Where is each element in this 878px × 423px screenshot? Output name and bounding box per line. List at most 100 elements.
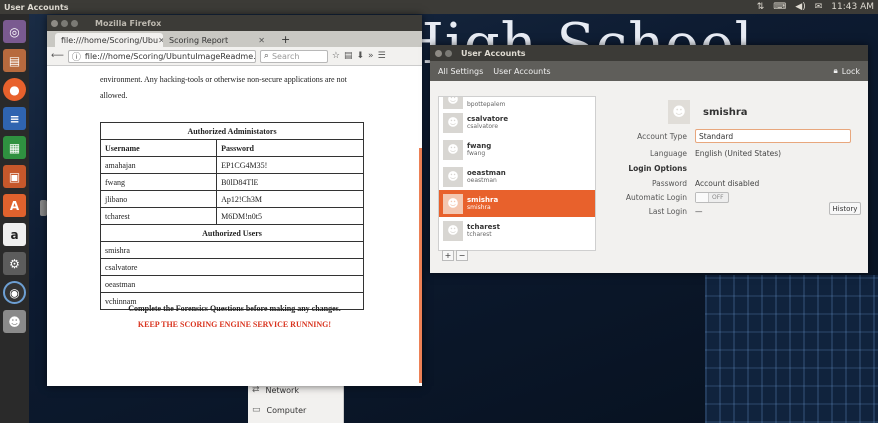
tab-scoring-report[interactable]: Scoring Report ✕ [163,33,271,47]
last-login-value: — [695,206,703,216]
launcher: ◎ ▤ ● ≡ ▦ ▣ A a ⚙ ◉ ☻ [0,14,29,423]
minimize-window-icon[interactable] [445,49,452,57]
amazon-icon[interactable]: a [3,223,26,246]
url-bar[interactable]: ⓘ file:///home/Scoring/UbuntuImageReadme… [67,49,256,63]
authorized-user: oeastman [100,275,364,293]
lock-icon: 🔒︎ [833,66,838,75]
lock-button[interactable]: 🔒︎ Lock [833,66,860,76]
table-row: amahajan EP1CG4M35! [99,156,364,174]
tab-readme[interactable]: file:///home/Scoring/Ubu ✕ [55,33,163,47]
authorized-user: csalvatore [100,258,364,276]
readme-paragraph: environment. Any hacking-tools or otherw… [100,75,347,100]
files-icon[interactable]: ▤ [3,49,26,72]
settings-toolbar: All Settings User Accounts 🔒︎ Lock [430,61,868,81]
writer-icon[interactable]: ≡ [3,107,26,130]
user-row-csalvatore[interactable]: ☻ csalvatore csalvatore [439,109,595,136]
users-heading: Authorized Users [100,224,364,242]
lock-label: Lock [841,66,860,76]
remove-user-button[interactable]: − [456,250,468,261]
user-display-name: tcharest [467,222,500,231]
system-tray: ⇅ ⌨ ◀) ✉ 11:43 AM [757,2,874,12]
launcher-drag-handle[interactable] [40,200,47,216]
admin-username: amahajan [99,156,218,174]
calc-icon[interactable]: ▦ [3,136,26,159]
table-row: tcharest M6DM!n0t5 [99,207,364,225]
scoring-warning: KEEP THE SCORING ENGINE SERVICE RUNNING! [137,320,332,329]
search-icon[interactable]: ◎ [3,20,26,43]
language-value[interactable]: English (United States) [695,149,781,158]
minimize-window-icon[interactable] [61,19,68,27]
user-row-oeastman[interactable]: ☻ oeastman oeastman [439,163,595,190]
account-type-select[interactable]: Standard [695,129,851,143]
language-label: Language [649,148,687,158]
firefox-icon[interactable]: ● [3,78,26,101]
impress-icon[interactable]: ▣ [3,165,26,188]
user-login: bpottepalem [467,101,506,108]
account-type-row: Account Type Standard [603,128,861,144]
avatar: ☻ [443,193,463,214]
last-login-row: Last Login — [603,203,861,219]
user-row-smishra[interactable]: ☻ smishra smishra [439,190,595,217]
user-full-name[interactable]: smishra [703,107,748,118]
reading-list-icon[interactable]: ▤ [344,51,353,61]
login-options-heading: Login Options [628,163,687,173]
window-resize-edge[interactable] [419,148,422,383]
toggle-knob [696,192,709,202]
maximize-window-icon[interactable] [71,19,78,27]
login-options-row: Login Options [603,160,861,176]
breadcrumb-current[interactable]: User Accounts [493,67,550,76]
software-center-icon[interactable]: A [3,194,26,217]
admin-password: B0lD84TlE [216,173,364,191]
volume-icon[interactable]: ◀) [795,2,805,12]
clock[interactable]: 11:43 AM [831,2,874,12]
column-header-username: Username [99,139,218,157]
close-icon[interactable]: ✕ [258,36,265,45]
admin-password: M6DM!n0t5 [216,207,364,225]
close-window-icon[interactable] [435,49,442,57]
auto-login-toggle[interactable]: OFF [695,191,729,203]
scoring-icon[interactable]: ◉ [3,281,26,304]
admin-username: tcharest [99,207,218,225]
user-accounts-titlebar[interactable]: User Accounts [430,45,868,61]
user-avatar-button[interactable]: ☻ [668,100,690,124]
overflow-chevron-icon[interactable]: » [368,51,374,61]
download-icon[interactable]: ⬇ [357,51,365,61]
user-list: ☻ bpottepalem ☻ csalvatore csalvatore ☻ … [438,96,596,251]
hamburger-menu-icon[interactable]: ☰ [378,51,386,61]
avatar: ☻ [443,139,463,160]
system-settings-icon[interactable]: ⚙ [3,252,26,275]
new-tab-button[interactable]: + [275,33,296,47]
bookmark-star-icon[interactable]: ☆ [332,51,340,61]
user-login: tcharest [467,230,492,238]
user-list-buttons: + − [438,250,596,263]
settings-item-computer[interactable]: ▭ Computer [248,400,343,420]
all-settings-button[interactable]: All Settings [438,67,483,76]
info-icon[interactable]: ⓘ [72,51,81,62]
tab-bar: file:///home/Scoring/Ubu ✕ Scoring Repor… [47,31,422,47]
wallpaper-circuit-graphic [705,275,878,423]
firefox-titlebar[interactable]: Mozilla Firefox [47,15,422,31]
search-input[interactable]: ⌕ Search [259,49,328,63]
top-panel: User Accounts ⇅ ⌨ ◀) ✉ 11:43 AM [0,0,878,14]
avatar: ☻ [443,220,463,241]
users-icon[interactable]: ☻ [3,310,26,333]
admins-heading: Authorized Administators [100,122,364,140]
table-row: csalvatore [100,258,364,276]
network-arrows-icon[interactable]: ⇅ [757,2,765,12]
user-display-name: csalvatore [467,114,509,123]
language-row: Language English (United States) [603,145,861,161]
add-user-button[interactable]: + [442,250,454,261]
user-row-tcharest[interactable]: ☻ tcharest tcharest [439,217,595,244]
back-arrow-icon[interactable]: ⟵ [51,51,64,61]
table-row: jlibano Ap12!Ch3M [99,190,364,208]
password-value[interactable]: Account disabled [695,179,759,188]
close-window-icon[interactable] [51,19,58,27]
tab-label: Scoring Report [169,35,229,45]
user-row-fwang[interactable]: ☻ fwang fwang [439,136,595,163]
keyboard-icon[interactable]: ⌨ [773,2,786,12]
mail-icon[interactable]: ✉ [815,2,823,12]
settings-item-label: Network [265,385,299,395]
history-button[interactable]: History [829,202,861,215]
forensics-note: Complete the Forensics Questions before … [128,304,341,313]
user-row-bpottepalem[interactable]: ☻ bpottepalem [439,97,595,109]
